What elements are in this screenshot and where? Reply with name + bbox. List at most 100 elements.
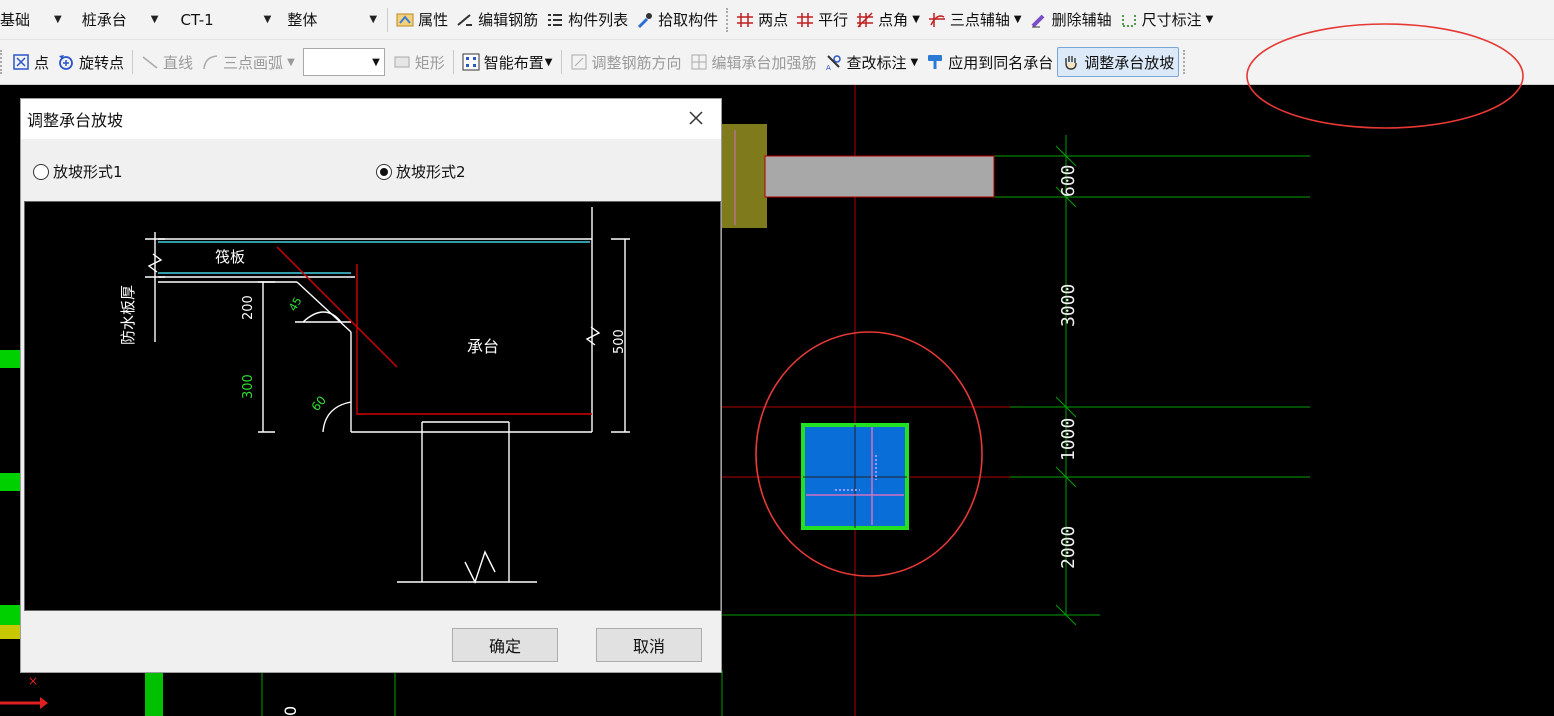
two-points-button[interactable]: 两点 — [732, 5, 792, 35]
apply-same-cap-button[interactable]: 应用到同名承台 — [922, 47, 1057, 77]
pile-cap[interactable] — [801, 423, 909, 530]
toolbar-separator — [560, 50, 562, 74]
dimension-label: 3000 — [1058, 284, 1079, 327]
three-point-axis-button[interactable]: 三点辅轴 ▼ — [924, 5, 1026, 35]
cancel-button[interactable]: 取消 — [596, 628, 702, 662]
adjust-cap-slope-button[interactable]: 调整承台放坡 — [1057, 47, 1180, 77]
label-raft: 筏板 — [215, 248, 245, 266]
edit-cap-rebar-label: 编辑承台加强筋 — [711, 53, 817, 72]
name-combo[interactable]: CT-1 ▼ — [174, 7, 277, 33]
label-cap: 承台 — [467, 337, 499, 356]
close-icon — [689, 111, 703, 125]
left-yellow-bar — [0, 625, 20, 639]
line-button[interactable]: 直线 — [137, 47, 197, 77]
edit-cap-rebar-button[interactable]: 编辑承台加强筋 — [686, 47, 821, 77]
edit-rebar-button[interactable]: 编辑钢筋 — [452, 5, 542, 35]
angle-60: 60 — [309, 393, 330, 414]
bottom-green-bar — [145, 670, 163, 716]
preview-drawing: 筏板 承台 防水板厚 200 300 500 45 60 — [119, 207, 630, 584]
toolbar-separator — [726, 7, 729, 32]
three-point-arc-button[interactable]: 三点画弧 ▼ — [197, 47, 299, 77]
dialog-titlebar[interactable]: 调整承台放坡 — [21, 99, 721, 139]
scope-combo[interactable]: 整体 ▼ — [281, 7, 383, 33]
adjust-cap-slope-label: 调整承台放坡 — [1084, 53, 1175, 72]
edit-rebar-label: 编辑钢筋 — [478, 11, 539, 29]
point-angle-label: 点角 — [878, 11, 909, 29]
edit-rebar-icon — [456, 11, 474, 29]
dim-200: 200 — [241, 295, 256, 320]
adjust-cap-slope-dialog: 调整承台放坡 放坡形式1 放坡形式2 筏板 承台 防水板厚 200 300 50… — [20, 98, 722, 673]
svg-text:A: A — [826, 64, 831, 71]
property-label: 属性 — [418, 11, 449, 29]
toolbar-separator — [0, 50, 2, 74]
red-lines — [276, 246, 592, 415]
chevron-down-icon[interactable]: ▼ — [287, 57, 295, 68]
bottom-grid-lines — [261, 670, 723, 716]
grid-lines-green — [722, 135, 1310, 616]
dimension-button[interactable]: 尺寸标注 ▼ — [1116, 5, 1218, 35]
smart-layout-button[interactable]: 智能布置 ▼ — [458, 47, 557, 77]
dimension-label: 2000 — [1058, 526, 1079, 569]
radio-slope-form-1[interactable]: 放坡形式1 — [33, 161, 123, 182]
two-points-axis-icon — [736, 11, 754, 29]
chevron-down-icon: ▼ — [369, 14, 378, 25]
pick-component-label: 拾取构件 — [658, 11, 719, 29]
draw-mode-select[interactable]: ▼ — [302, 48, 385, 76]
chevron-down-icon[interactable]: ▼ — [1014, 14, 1022, 25]
arc-icon — [201, 53, 219, 71]
category-combo[interactable]: 基础 ▼ — [0, 7, 68, 33]
paint-roller-icon — [926, 53, 944, 71]
radio-slope-form-2[interactable]: 放坡形式2 — [376, 161, 466, 182]
line-label: 直线 — [163, 53, 194, 72]
apply-same-cap-label: 应用到同名承台 — [948, 53, 1054, 72]
rotate-point-button[interactable]: 旋转点 — [53, 47, 128, 77]
point-icon — [12, 53, 30, 71]
chevron-down-icon[interactable]: ▼ — [911, 57, 919, 68]
dim-300: 300 — [241, 374, 256, 399]
parallel-button[interactable]: 平行 — [792, 5, 852, 35]
bottom-axis-label: 0 — [281, 706, 300, 716]
dim-500: 500 — [612, 329, 627, 354]
gray-beam — [764, 155, 995, 198]
dimension-label: 1000 — [1058, 418, 1079, 461]
rect-button[interactable]: 矩形 — [389, 47, 449, 77]
component-list-button[interactable]: 构件列表 — [542, 5, 632, 35]
toolbar-separator — [452, 50, 454, 74]
rotate-point-label: 旋转点 — [79, 53, 125, 72]
rect-label: 矩形 — [414, 53, 445, 72]
chevron-down-icon[interactable]: ▼ — [912, 14, 920, 25]
point-button[interactable]: 点 — [8, 47, 53, 77]
delete-axis-label: 删除辅轴 — [1051, 11, 1112, 29]
adjust-rebar-direction-label: 调整钢筋方向 — [591, 53, 682, 72]
chevron-down-icon: ▼ — [372, 56, 380, 68]
adjust-rebar-direction-button[interactable]: 调整钢筋方向 — [566, 47, 686, 77]
ok-button[interactable]: 确定 — [452, 628, 558, 662]
parallel-axis-icon — [796, 11, 814, 29]
close-button[interactable] — [685, 107, 707, 129]
toolbar-separator — [132, 50, 134, 74]
rotate-icon — [57, 53, 75, 71]
chevron-down-icon[interactable]: ▼ — [1206, 14, 1214, 25]
check-annotation-button[interactable]: A 查改标注 ▼ — [821, 47, 923, 77]
property-button[interactable]: 属性 — [392, 5, 452, 35]
eyedropper-icon — [636, 11, 654, 29]
chevron-down-icon: ▼ — [54, 14, 62, 25]
name-combo-value: CT-1 — [180, 10, 214, 29]
point-angle-icon — [856, 11, 874, 29]
radio-circle-selected — [376, 163, 392, 180]
toolbar-separator — [1183, 50, 1186, 74]
toolbar-row-1: 基础 ▼ 桩承台 ▼ CT-1 ▼ 整体 ▼ 属性 编辑钢筋 构件列表 拾取构件… — [0, 0, 1554, 40]
parallel-label: 平行 — [818, 11, 849, 29]
type-combo[interactable]: 桩承台 ▼ — [76, 7, 165, 33]
point-angle-button[interactable]: 点角 ▼ — [852, 5, 924, 35]
type-combo-value: 桩承台 — [81, 11, 127, 29]
delete-axis-button[interactable]: 删除辅轴 — [1026, 5, 1116, 35]
scope-combo-value: 整体 — [287, 11, 318, 29]
point-label: 点 — [34, 53, 50, 72]
olive-column — [722, 124, 767, 228]
smart-layout-label: 智能布置 — [483, 53, 544, 72]
check-annotation-label: 查改标注 — [846, 53, 907, 72]
slope-preview-diagram: 筏板 承台 防水板厚 200 300 500 45 60 — [24, 201, 721, 611]
chevron-down-icon[interactable]: ▼ — [545, 57, 553, 68]
pick-component-button[interactable]: 拾取构件 — [632, 5, 722, 35]
